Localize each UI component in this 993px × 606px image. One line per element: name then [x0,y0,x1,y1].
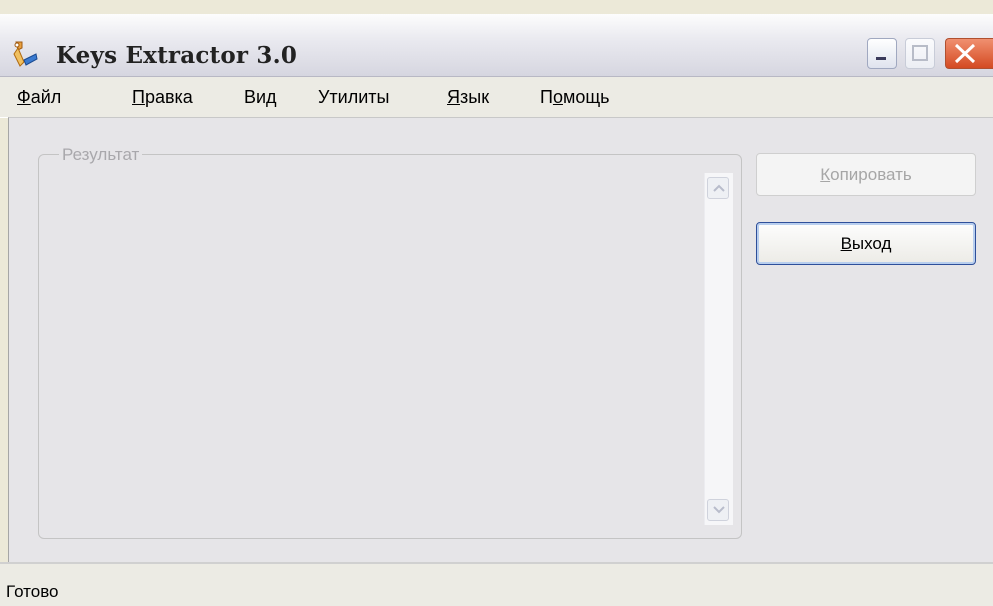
scroll-up-button[interactable] [707,177,729,199]
maximize-icon [912,45,928,61]
menu-language[interactable]: Язык [447,87,489,108]
menu-file[interactable]: Файл [17,87,61,108]
result-scrollbar[interactable] [704,173,733,525]
minimize-icon [876,57,886,60]
close-icon [954,43,976,64]
copy-button[interactable]: Копировать [756,153,976,196]
result-textarea[interactable] [39,155,741,538]
menu-view[interactable]: Вид [244,87,277,108]
maximize-button[interactable] [905,38,935,69]
app-window: Keys Extractor 3.0 Файл Правка Вид Утили… [0,0,993,606]
close-button[interactable] [945,38,993,69]
keys-extractor-app-icon [13,41,38,67]
menu-bar: Файл Правка Вид Утилиты Язык Помощь [0,77,993,118]
scroll-down-button[interactable] [707,499,729,521]
status-text: Готово [6,582,59,601]
title-bar[interactable]: Keys Extractor 3.0 [0,14,993,77]
chevron-down-icon [713,506,725,514]
status-bar: Готово [0,562,993,606]
window-title: Keys Extractor 3.0 [56,42,298,69]
menu-edit[interactable]: Правка [132,87,193,108]
result-group: Результат [38,145,742,539]
menu-utilities[interactable]: Утилиты [318,87,389,108]
chevron-up-icon [713,184,725,192]
minimize-button[interactable] [867,38,897,69]
client-area: Результат Копировать Выход [8,117,993,563]
menu-help[interactable]: Помощь [540,87,610,108]
exit-button[interactable]: Выход [756,222,976,265]
